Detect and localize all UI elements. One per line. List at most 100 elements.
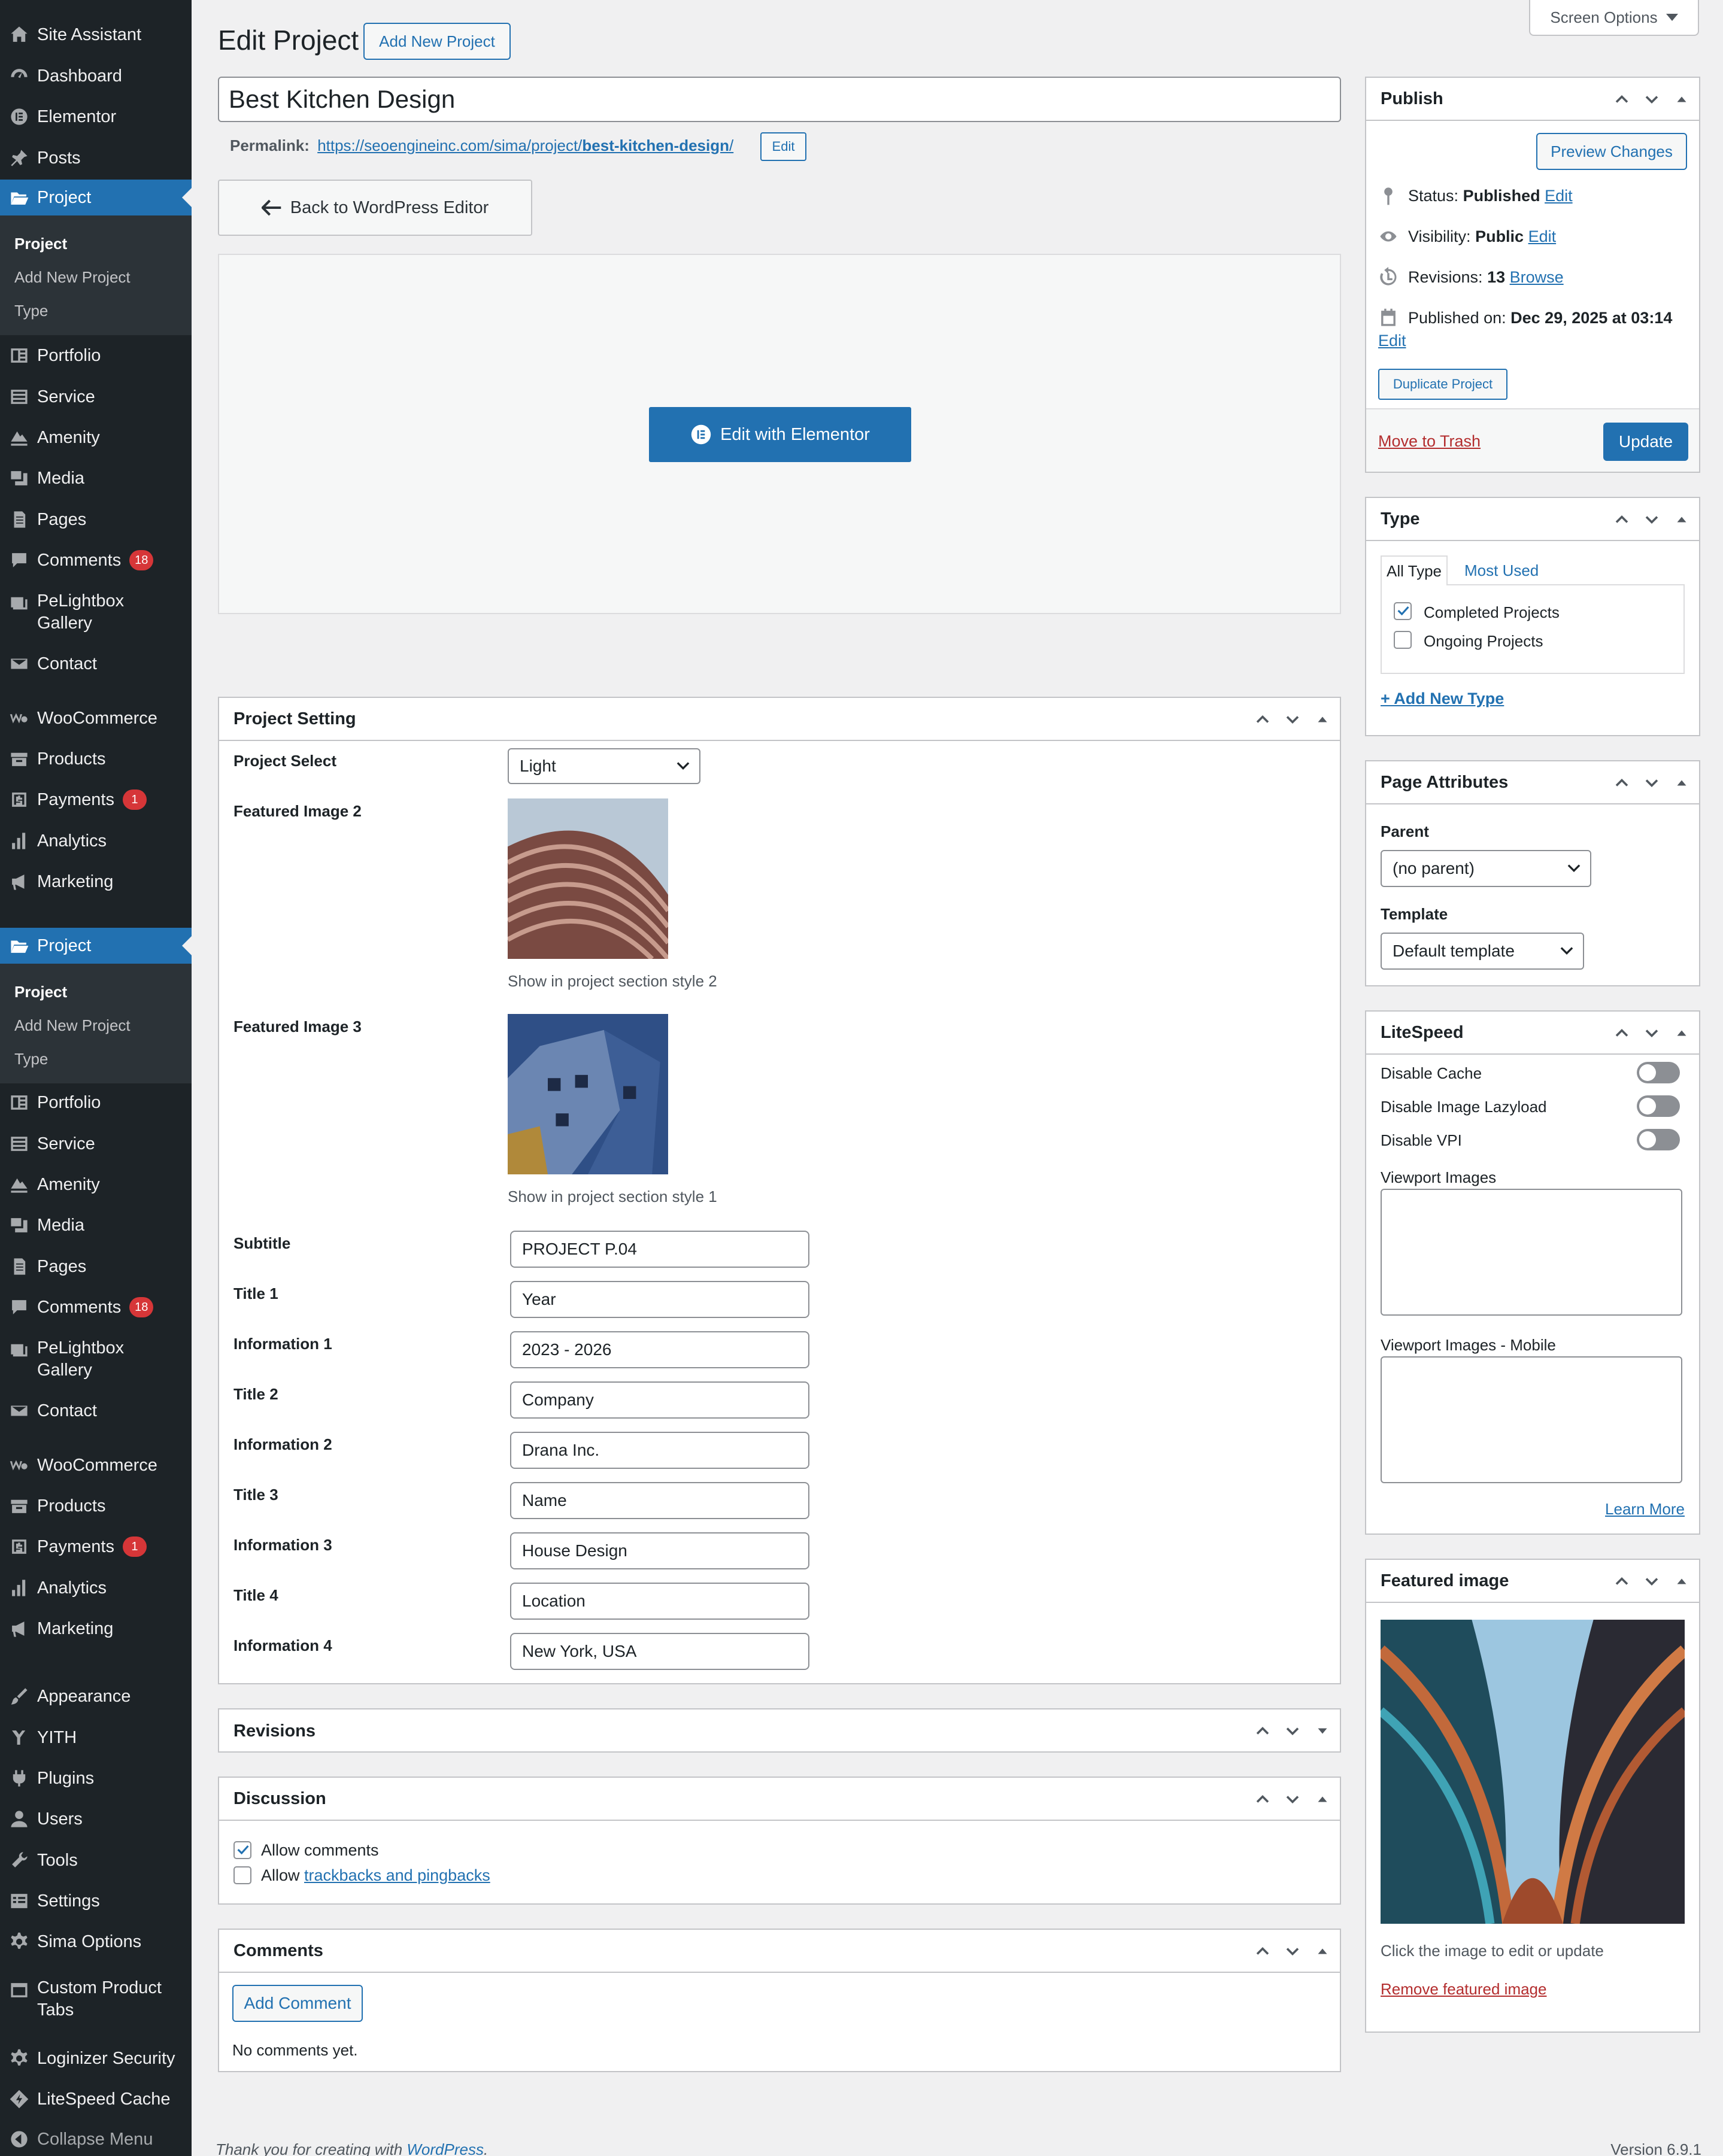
- post-title-input[interactable]: Best Kitchen Design: [218, 77, 1341, 122]
- title-3-input[interactable]: Name: [510, 1482, 809, 1519]
- duplicate-project-button[interactable]: Duplicate Project: [1378, 369, 1507, 400]
- move-down-icon[interactable]: [1643, 774, 1661, 792]
- menu-analytics-2[interactable]: Analytics: [0, 1571, 192, 1605]
- menu-media[interactable]: Media: [0, 461, 192, 496]
- tab-most-used[interactable]: Most Used: [1464, 561, 1539, 580]
- menu-posts[interactable]: Posts: [0, 141, 192, 175]
- visibility-edit-link[interactable]: Edit: [1528, 227, 1557, 245]
- permalink-edit-button[interactable]: Edit: [760, 132, 806, 161]
- menu-amenity-2[interactable]: Amenity: [0, 1167, 192, 1202]
- submenu-add-new-project[interactable]: Add New Project: [14, 268, 131, 287]
- title-1-input[interactable]: Year: [510, 1281, 809, 1318]
- menu-pages[interactable]: Pages: [0, 502, 192, 537]
- menu-comments-2[interactable]: Comments 18: [0, 1290, 192, 1325]
- menu-users[interactable]: Users: [0, 1802, 192, 1836]
- menu-woocommerce-2[interactable]: WooCommerce: [0, 1448, 192, 1483]
- submenu-project[interactable]: Project: [14, 983, 67, 1001]
- move-down-icon[interactable]: [1643, 1024, 1661, 1042]
- move-up-icon[interactable]: [1613, 1572, 1631, 1590]
- featured-image-3-thumbnail[interactable]: [508, 1014, 668, 1174]
- move-to-trash-link[interactable]: Move to Trash: [1378, 432, 1481, 451]
- menu-portfolio[interactable]: Portfolio: [0, 338, 192, 373]
- disable-vpi-toggle[interactable]: [1637, 1129, 1680, 1150]
- move-down-icon[interactable]: [1643, 511, 1661, 529]
- move-down-icon[interactable]: [1643, 90, 1661, 108]
- information-4-input[interactable]: New York, USA: [510, 1633, 809, 1670]
- update-button[interactable]: Update: [1603, 423, 1688, 461]
- toggle-panel-icon[interactable]: [1314, 1942, 1331, 1960]
- remove-featured-image-link[interactable]: Remove featured image: [1381, 1980, 1546, 1999]
- featured-image-2-thumbnail[interactable]: [508, 798, 668, 959]
- move-down-icon[interactable]: [1284, 1722, 1302, 1740]
- toggle-panel-icon[interactable]: [1673, 1572, 1691, 1590]
- submenu-type[interactable]: Type: [14, 302, 48, 320]
- menu-sima-options[interactable]: Sima Options: [0, 1924, 192, 1959]
- menu-litespeed-cache[interactable]: LiteSpeed Cache: [0, 2082, 192, 2116]
- browse-revisions-link[interactable]: Browse: [1510, 268, 1564, 286]
- menu-site-assistant[interactable]: Site Assistant: [0, 17, 192, 52]
- allow-comments-checkbox[interactable]: [233, 1841, 251, 1859]
- menu-pages-2[interactable]: Pages: [0, 1249, 192, 1284]
- menu-settings[interactable]: Settings: [0, 1884, 192, 1918]
- menu-marketing[interactable]: Marketing: [0, 864, 192, 899]
- title-2-input[interactable]: Company: [510, 1381, 809, 1419]
- menu-elementor[interactable]: Elementor: [0, 99, 192, 134]
- toggle-panel-icon[interactable]: [1673, 774, 1691, 792]
- menu-payments-2[interactable]: Payments 1: [0, 1529, 192, 1564]
- disable-cache-toggle[interactable]: [1637, 1062, 1680, 1083]
- menu-media-2[interactable]: Media: [0, 1208, 192, 1243]
- menu-dashboard[interactable]: Dashboard: [0, 59, 192, 93]
- permalink-link[interactable]: https://seoengineinc.com/sima/project/be…: [317, 136, 733, 154]
- move-up-icon[interactable]: [1613, 511, 1631, 529]
- toggle-panel-icon[interactable]: [1314, 710, 1331, 728]
- move-up-icon[interactable]: [1254, 1790, 1272, 1808]
- menu-pelightbox-gallery-2[interactable]: PeLightbox Gallery: [0, 1334, 192, 1381]
- move-down-icon[interactable]: [1284, 1790, 1302, 1808]
- menu-marketing-2[interactable]: Marketing: [0, 1611, 192, 1646]
- menu-pelightbox-gallery[interactable]: PeLightbox Gallery: [0, 587, 192, 634]
- move-up-icon[interactable]: [1254, 710, 1272, 728]
- menu-comments[interactable]: Comments 18: [0, 543, 192, 578]
- add-comment-button[interactable]: Add Comment: [232, 1985, 363, 2022]
- menu-contact-2[interactable]: Contact: [0, 1393, 192, 1428]
- project-select[interactable]: Light: [508, 748, 700, 784]
- allow-trackbacks-checkbox[interactable]: [233, 1866, 251, 1884]
- menu-project-2[interactable]: Project: [0, 928, 192, 964]
- toggle-panel-icon[interactable]: [1673, 1024, 1691, 1042]
- add-new-project-button[interactable]: Add New Project: [363, 23, 511, 60]
- menu-yith[interactable]: YITH: [0, 1720, 192, 1755]
- menu-service[interactable]: Service: [0, 379, 192, 414]
- menu-appearance[interactable]: Appearance: [0, 1679, 192, 1714]
- information-3-input[interactable]: House Design: [510, 1532, 809, 1569]
- information-1-input[interactable]: 2023 - 2026: [510, 1331, 809, 1368]
- parent-select[interactable]: (no parent): [1381, 850, 1591, 887]
- ongoing-projects-checkbox[interactable]: [1394, 631, 1412, 649]
- title-4-input[interactable]: Location: [510, 1583, 809, 1620]
- submenu-project[interactable]: Project: [14, 235, 67, 253]
- toggle-panel-icon[interactable]: [1673, 511, 1691, 529]
- viewport-images-mobile-textarea[interactable]: [1381, 1356, 1682, 1483]
- toggle-panel-icon[interactable]: [1673, 90, 1691, 108]
- toggle-panel-icon[interactable]: [1314, 1790, 1331, 1808]
- preview-changes-button[interactable]: Preview Changes: [1536, 133, 1687, 170]
- move-up-icon[interactable]: [1613, 774, 1631, 792]
- back-to-wp-editor-button[interactable]: Back to WordPress Editor: [218, 180, 532, 236]
- add-new-type-link[interactable]: + Add New Type: [1381, 690, 1504, 708]
- disable-lazyload-toggle[interactable]: [1637, 1095, 1680, 1117]
- template-select[interactable]: Default template: [1381, 933, 1584, 970]
- menu-tools[interactable]: Tools: [0, 1843, 192, 1878]
- menu-woocommerce[interactable]: WooCommerce: [0, 701, 192, 736]
- submenu-add-new-project[interactable]: Add New Project: [14, 1016, 131, 1035]
- menu-plugins[interactable]: Plugins: [0, 1761, 192, 1796]
- menu-custom-product-tabs[interactable]: Custom Product Tabs: [0, 1973, 192, 2021]
- status-edit-link[interactable]: Edit: [1545, 187, 1573, 205]
- menu-payments[interactable]: Payments 1: [0, 782, 192, 817]
- screen-options-button[interactable]: Screen Options: [1529, 0, 1699, 36]
- menu-service-2[interactable]: Service: [0, 1126, 192, 1161]
- move-down-icon[interactable]: [1284, 710, 1302, 728]
- menu-amenity[interactable]: Amenity: [0, 420, 192, 455]
- subtitle-input[interactable]: PROJECT P.04: [510, 1231, 809, 1268]
- menu-products-2[interactable]: Products: [0, 1489, 192, 1523]
- submenu-type[interactable]: Type: [14, 1050, 48, 1068]
- completed-projects-checkbox[interactable]: [1394, 602, 1412, 620]
